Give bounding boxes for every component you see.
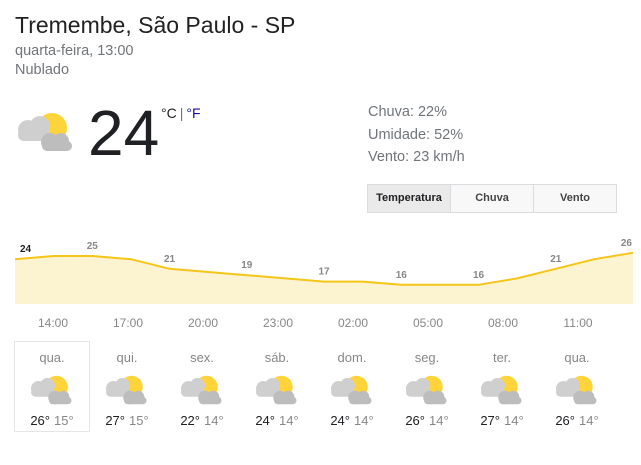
hour-label: 11:00 — [563, 316, 593, 330]
day-item[interactable]: sex. 22° 14° — [164, 341, 240, 432]
day-high: 27° — [480, 413, 500, 428]
hour-axis: 14:00 17:00 20:00 23:00 02:00 05:00 08:00 11:00 — [0, 316, 641, 332]
tab-chuva[interactable]: Chuva — [450, 184, 534, 213]
hour-label: 02:00 — [337, 316, 369, 330]
day-low: 14° — [279, 413, 299, 428]
chart-tabs: Temperatura Chuva Vento — [367, 184, 617, 213]
day-name: ter. — [492, 350, 512, 365]
hour-label: 08:00 — [487, 316, 519, 330]
day-high: 26° — [405, 413, 425, 428]
day-low: 14° — [204, 413, 224, 428]
day-high: 26° — [30, 413, 50, 428]
day-low: 14° — [579, 413, 599, 428]
partly-cloudy-icon — [106, 375, 147, 405]
chart-data-label: 24 — [20, 244, 32, 255]
unit-fahrenheit[interactable]: °F — [186, 105, 200, 121]
day-temps: 27° 15° — [90, 413, 164, 428]
day-high: 24° — [330, 413, 350, 428]
unit-switcher: °C | °F — [161, 105, 201, 121]
day-low: 15° — [129, 413, 149, 428]
day-temps: 26° 15° — [15, 413, 89, 428]
day-item[interactable]: ter. 27° 14° — [464, 341, 540, 432]
tab-vento[interactable]: Vento — [533, 184, 617, 213]
day-temps: 24° 14° — [315, 413, 389, 428]
chart-data-label: 19 — [241, 260, 253, 271]
day-name: dom. — [337, 350, 367, 365]
chart-area — [15, 252, 633, 304]
chart-data-label: 25 — [87, 241, 99, 252]
wind-speed: Vento: 23 km/h — [368, 149, 465, 165]
humidity: Umidade: 52% — [368, 126, 464, 143]
day-low: 15° — [54, 413, 74, 428]
condition-label: Nublado — [15, 62, 70, 78]
day-low: 14° — [429, 413, 449, 428]
day-name: qua. — [564, 350, 590, 365]
hour-label: 20:00 — [187, 316, 219, 330]
day-temps: 22° 14° — [165, 413, 239, 428]
day-low: 14° — [504, 413, 524, 428]
day-name: sex. — [190, 350, 214, 365]
day-temps: 26° 14° — [390, 413, 464, 428]
chart-data-label: 16 — [473, 270, 485, 281]
chart-data-label: 26 — [621, 238, 633, 249]
unit-separator: | — [179, 105, 184, 121]
partly-cloudy-icon — [18, 113, 72, 151]
partly-cloudy-icon — [331, 375, 372, 405]
hour-label: 05:00 — [412, 316, 444, 330]
day-low: 14° — [354, 413, 374, 428]
day-item[interactable]: sáb. 24° 14° — [239, 341, 315, 432]
partly-cloudy-icon — [556, 375, 597, 405]
day-name: qui. — [116, 350, 138, 365]
day-item[interactable]: qui. 27° 15° — [89, 341, 165, 432]
day-item[interactable]: dom. 24° 14° — [314, 341, 390, 432]
day-high: 24° — [255, 413, 275, 428]
day-name: qua. — [39, 350, 65, 365]
day-high: 22° — [180, 413, 200, 428]
datetime-label: quarta-feira, 13:00 — [15, 43, 134, 59]
partly-cloudy-icon — [406, 375, 447, 405]
day-temps: 24° 14° — [240, 413, 314, 428]
temperature-chart: 24 25 21 19 17 16 16 21 26 — [14, 238, 634, 304]
day-item[interactable]: seg. 26° 14° — [389, 341, 465, 432]
day-name: seg. — [414, 350, 440, 365]
day-item[interactable]: qua. 26° 15° — [14, 341, 90, 432]
weather-details: Chuva: 22% Umidade: 52% Vento: 23 km/h — [368, 101, 465, 169]
hour-label: 23:00 — [262, 316, 294, 330]
rain-chance: Chuva: 22% — [368, 104, 447, 120]
current-temperature: 24 — [88, 97, 160, 169]
partly-cloudy-icon — [481, 375, 522, 405]
day-item[interactable]: qua. 26° 14° — [539, 341, 615, 432]
day-name: sáb. — [264, 350, 290, 365]
chart-data-label: 17 — [318, 267, 330, 278]
partly-cloudy-icon — [181, 375, 222, 405]
day-temps: 27° 14° — [465, 413, 539, 428]
tab-temperatura[interactable]: Temperatura — [367, 184, 451, 213]
partly-cloudy-icon — [256, 375, 297, 405]
chart-data-label: 21 — [164, 254, 176, 265]
unit-celsius[interactable]: °C — [161, 105, 177, 121]
daily-forecast: qua. 26° 15° qui. 27° 15° sex. 22° 14° sáb.… — [14, 341, 614, 432]
hour-label: 14:00 — [37, 316, 69, 330]
chart-data-label: 21 — [550, 254, 562, 265]
chart-data-label: 16 — [396, 270, 408, 281]
location-title: Tremembe, São Paulo - SP — [15, 12, 296, 38]
hour-label: 17:00 — [112, 316, 144, 330]
partly-cloudy-icon — [31, 375, 72, 405]
day-temps: 26° 14° — [540, 413, 614, 428]
day-high: 26° — [555, 413, 575, 428]
day-high: 27° — [105, 413, 125, 428]
